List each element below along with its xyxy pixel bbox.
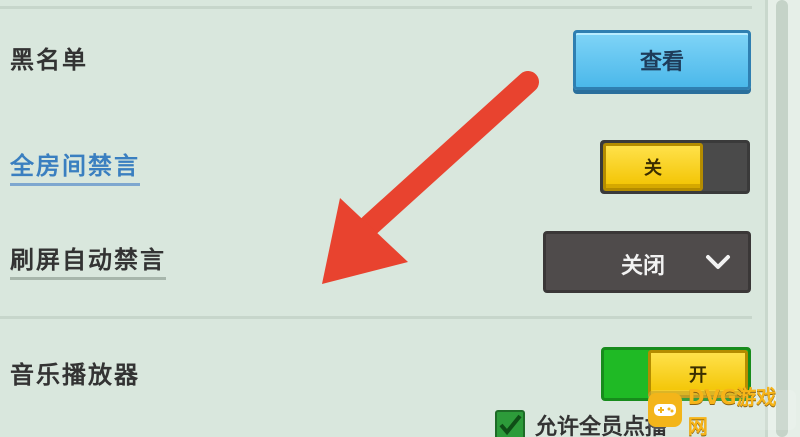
- watermark-text: DVG游戏网: [687, 385, 777, 437]
- red-arrow-icon: [322, 71, 539, 284]
- gamepad-icon: [648, 393, 682, 427]
- watermark-logo: DVG游戏网: [648, 385, 796, 437]
